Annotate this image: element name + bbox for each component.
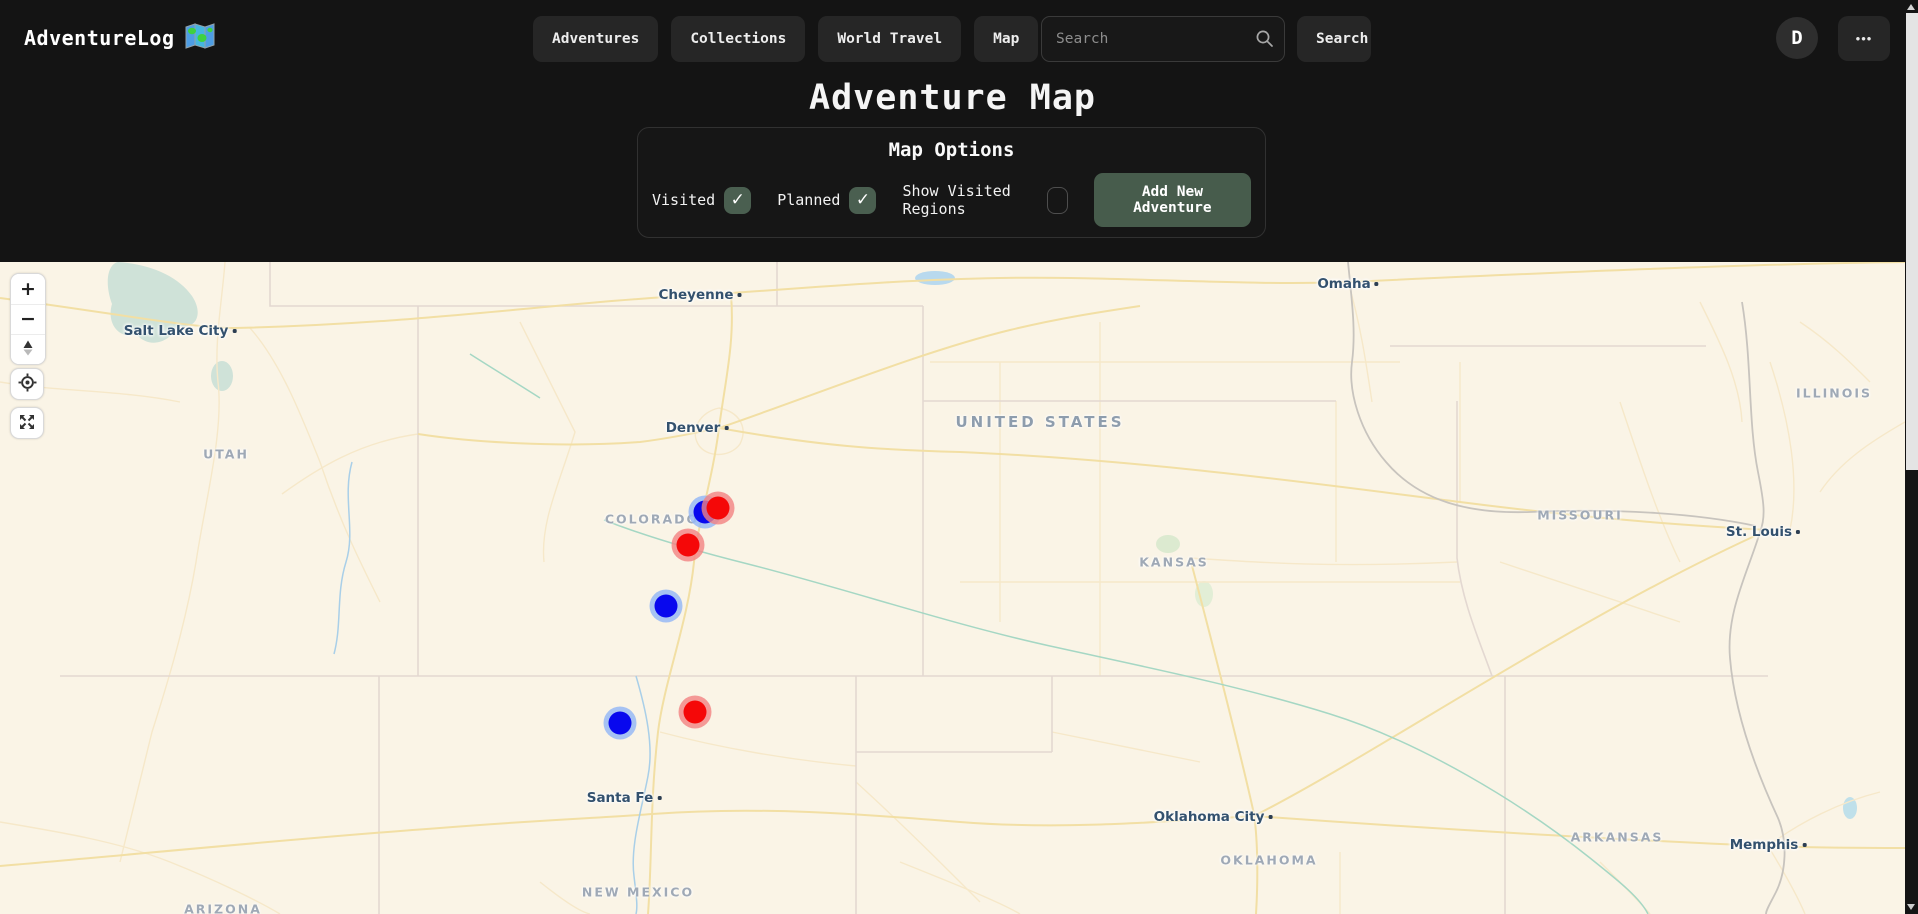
city-label-omaha: Omaha [1317,276,1378,292]
add-new-adventure-button[interactable]: Add New Adventure [1094,173,1251,227]
rivers [334,262,1785,914]
state-label-arkansas: ARKANSAS [1571,830,1664,845]
state-label-oklahoma: OKLAHOMA [1220,853,1317,868]
avatar[interactable]: D [1776,17,1818,59]
app-logo[interactable]: AdventureLog [24,0,215,76]
city-label-denver: Denver [666,420,729,436]
avatar-initial: D [1791,27,1802,49]
plus-icon: + [20,280,36,299]
search-field [1041,16,1285,62]
state-label-arizona: ARIZONA [184,902,262,914]
show-regions-checkbox[interactable] [1047,187,1068,214]
ellipsis-icon: ••• [1856,31,1873,46]
compass-button[interactable] [11,334,45,364]
visited-marker[interactable] [684,701,707,724]
city-dot [657,796,661,800]
toggle-show-regions-label: Show Visited Regions [902,182,1038,218]
adventurelog-app: AdventureLog Adventures Collections Worl… [0,0,1918,914]
city-label-santa-fe: Santa Fe [587,790,662,806]
minor-roads [0,262,1905,914]
world-map-icon [185,23,215,53]
city-label-salt-lake-city: Salt Lake City [124,323,237,339]
app-title: AdventureLog [24,26,175,50]
scroll-up-arrow-icon[interactable] [1907,4,1915,10]
zoom-out-button[interactable]: − [11,304,45,334]
more-menu-button[interactable]: ••• [1838,16,1890,61]
page-title: Adventure Map [0,78,1905,118]
city-label-memphis: Memphis [1730,837,1807,853]
state-label-illinois: ILLINOIS [1796,386,1872,401]
map-options-title: Map Options [638,139,1265,161]
toggle-visited: Visited ✓ [652,187,751,214]
search-icon [1255,29,1274,52]
city-label-oklahoma-city: Oklahoma City [1154,809,1273,825]
fullscreen-button[interactable] [10,407,44,439]
geolocate-button[interactable] [10,368,44,400]
geolocate-icon [18,373,37,395]
city-dot [1802,843,1806,847]
country-label: UNITED STATES [955,413,1124,431]
major-roads [0,262,1905,914]
state-label-kansas: KANSAS [1139,555,1209,570]
city-dot [724,426,728,430]
city-dot [1268,815,1272,819]
city-label-st-louis: St. Louis [1726,524,1800,540]
city-dot [232,329,236,333]
state-label-colorado: COLORADO [605,512,699,527]
nav-collections[interactable]: Collections [671,16,805,62]
visited-marker[interactable] [677,534,700,557]
scroll-down-arrow-icon[interactable] [1907,904,1915,910]
city-dot [1796,530,1800,534]
header: AdventureLog Adventures Collections Worl… [0,0,1905,262]
search-input[interactable] [1041,16,1285,62]
nav-world-travel[interactable]: World Travel [818,16,961,62]
planned-marker[interactable] [655,595,678,618]
toggle-visited-label: Visited [652,191,715,209]
scrollbar-thumb[interactable] [1906,13,1918,470]
nav-map[interactable]: Map [974,16,1038,62]
compass-icon [19,339,37,360]
toggle-planned: Planned ✓ [777,187,876,214]
toggle-planned-label: Planned [777,191,840,209]
city-label-cheyenne: Cheyenne [658,287,741,303]
state-borders [60,262,1768,914]
visited-checkbox[interactable]: ✓ [724,187,751,214]
planned-marker[interactable] [609,712,632,735]
toggle-show-regions: Show Visited Regions [902,182,1067,218]
state-label-utah: UTAH [203,447,249,462]
visited-marker[interactable] [707,497,730,520]
map-options-row: Visited ✓ Planned ✓ Show Visited Regions… [638,173,1265,227]
city-dot [1375,282,1379,286]
zoom-control-group: + − [10,273,46,365]
state-label-new-mexico: NEW MEXICO [582,885,694,900]
nav-adventures[interactable]: Adventures [533,16,658,62]
nav-links: Adventures Collections World Travel Map [533,16,1097,62]
planned-checkbox[interactable]: ✓ [849,187,876,214]
city-dot [738,293,742,297]
fullscreen-icon [18,413,36,434]
map-options-card: Map Options Visited ✓ Planned ✓ Show Vis… [637,127,1266,238]
state-label-missouri: MISSOURI [1537,508,1623,523]
map-canvas[interactable]: UNITED STATES UTAH COLORADO KANSAS MISSOURI… [0,262,1905,914]
search-button[interactable]: Search [1297,16,1371,62]
zoom-in-button[interactable]: + [11,274,45,304]
page-scrollbar[interactable] [1905,0,1918,914]
basemap-art [0,262,1905,914]
minus-icon: − [20,310,36,329]
